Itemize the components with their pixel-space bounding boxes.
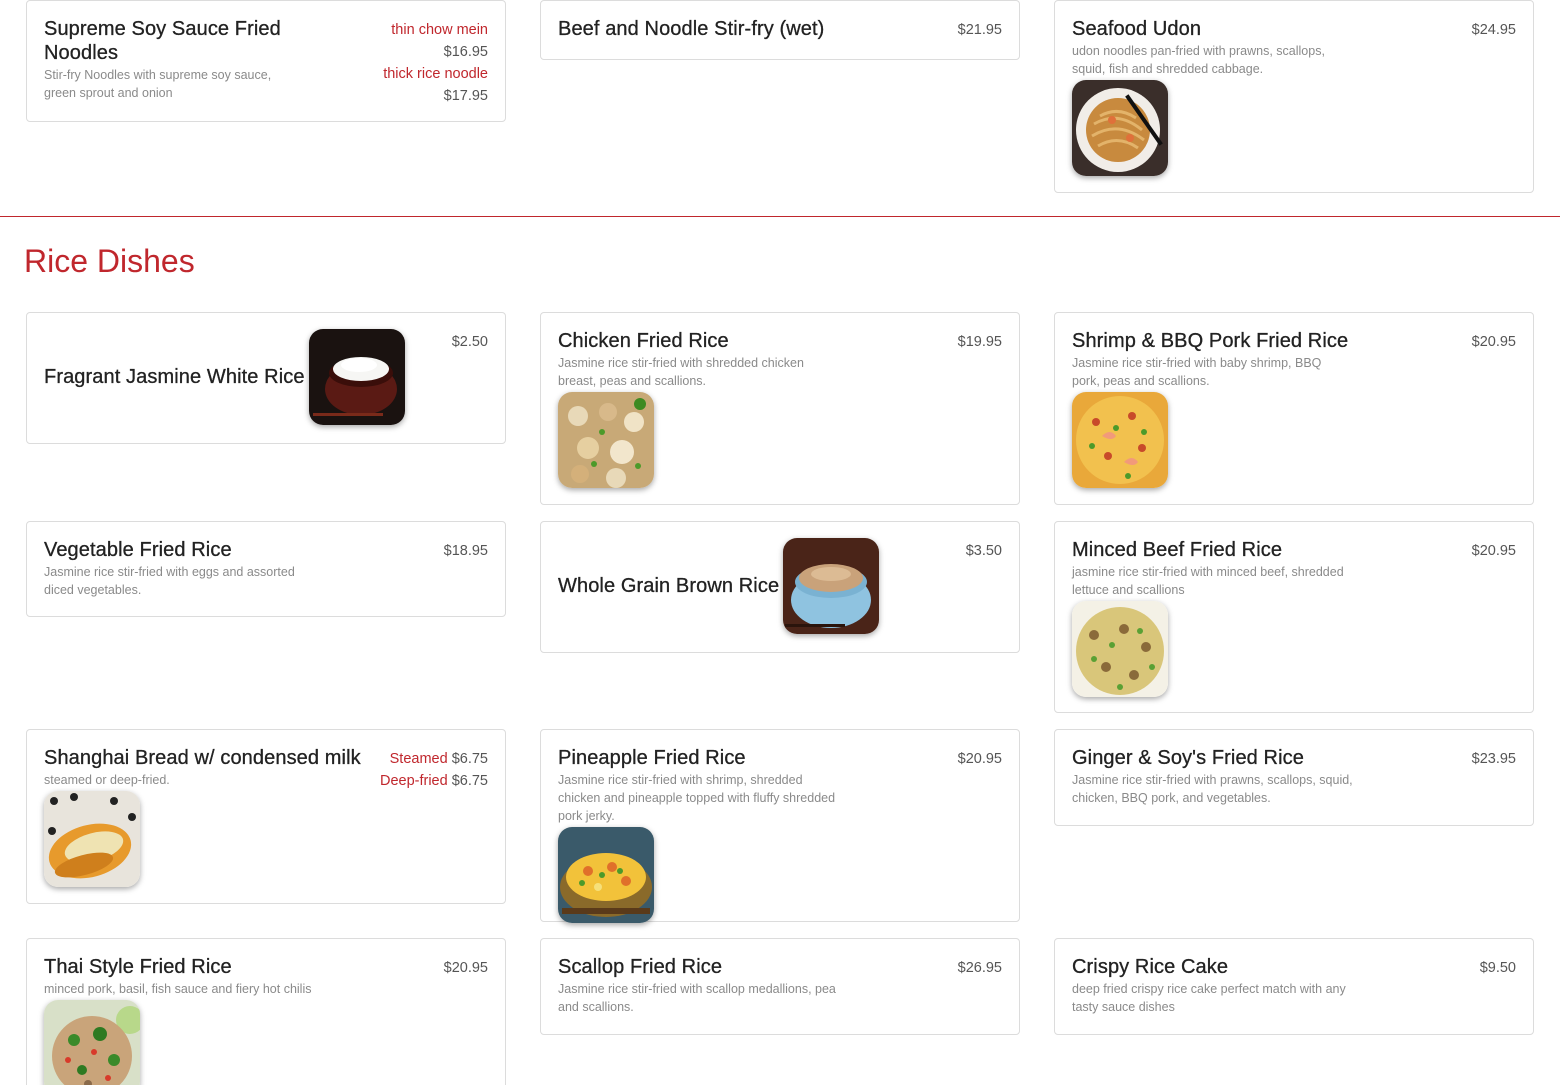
white-rice-bowl-photo[interactable]: [308, 329, 405, 425]
menu-item-card[interactable]: Whole Grain Brown Rice $3.50: [540, 521, 1020, 653]
menu-item-card[interactable]: Shrimp & BBQ Pork Fried Rice Jasmine ric…: [1054, 312, 1534, 505]
menu-item-card[interactable]: Chicken Fried Rice Jasmine rice stir-fri…: [540, 312, 1020, 505]
item-name: Thai Style Fried Rice: [44, 956, 232, 978]
item-description: minced pork, basil, fish sauce and fiery…: [44, 982, 312, 996]
shanghai-bread-photo[interactable]: [44, 791, 140, 887]
beef-fried-rice-photo[interactable]: [1072, 601, 1168, 697]
item-price: $20.95: [443, 960, 488, 976]
menu-item-card[interactable]: Scallop Fried Rice Jasmine rice stir-fri…: [540, 938, 1020, 1035]
item-name: Beef and Noodle Stir-fry (wet): [558, 18, 825, 40]
item-price: $2.50: [451, 334, 488, 350]
variant-label: Steamed: [389, 751, 448, 767]
variant-price: $16.95: [443, 44, 488, 60]
item-description: Jasmine rice stir-fried with shredded ch…: [558, 356, 804, 388]
variant-price: $6.75: [451, 751, 488, 767]
item-name: Ginger & Soy's Fried Rice: [1072, 747, 1304, 769]
menu-item-card[interactable]: Seafood Udon udon noodles pan-fried with…: [1054, 0, 1534, 193]
menu-item-card[interactable]: Fragrant Jasmine White Rice $2.50: [26, 312, 506, 444]
price-options: Steamed $6.75 Deep-fried $6.75: [380, 748, 488, 792]
item-name: Shrimp & BBQ Pork Fried Rice: [1072, 330, 1349, 352]
item-description: Jasmine rice stir-fried with scallop med…: [558, 982, 836, 1014]
shrimp-fried-rice-photo[interactable]: [1072, 392, 1168, 488]
item-description: steamed or deep-fried.: [44, 773, 170, 787]
item-name: Pineapple Fried Rice: [558, 747, 746, 769]
item-description: udon noodles pan-fried with prawns, scal…: [1072, 44, 1325, 76]
item-name: Seafood Udon: [1072, 18, 1202, 40]
item-inline-row: Whole Grain Brown Rice: [558, 538, 1002, 634]
pineapple-fried-rice-photo[interactable]: [558, 827, 654, 923]
menu-item-card[interactable]: Beef and Noodle Stir-fry (wet) $21.95: [540, 0, 1020, 60]
variant-label[interactable]: thick rice noodle: [383, 63, 488, 85]
menu-item-card[interactable]: Ginger & Soy's Fried Rice Jasmine rice s…: [1054, 729, 1534, 826]
variant-row[interactable]: Steamed $6.75: [380, 748, 488, 770]
item-price: $20.95: [1471, 543, 1516, 559]
price-options: thin chow mein $16.95 thick rice noodle …: [383, 19, 488, 107]
item-price: $19.95: [957, 334, 1002, 350]
item-description: Jasmine rice stir-fried with shrimp, shr…: [558, 773, 836, 823]
chicken-fried-rice-photo[interactable]: [558, 392, 654, 488]
item-price: $23.95: [1471, 751, 1516, 767]
section-title: Rice Dishes: [24, 243, 195, 279]
item-price: $26.95: [957, 960, 1002, 976]
item-description: Jasmine rice stir-fried with baby shrimp…: [1072, 356, 1322, 388]
item-price: $20.95: [957, 751, 1002, 767]
udon-noodles-photo[interactable]: [1072, 80, 1168, 176]
item-name: Supreme Soy Sauce Fried Noodles: [44, 18, 281, 64]
item-description: jasmine rice stir-fried with minced beef…: [1072, 565, 1344, 597]
item-price: $18.95: [443, 543, 488, 559]
item-name: Chicken Fried Rice: [558, 330, 729, 352]
item-description: Jasmine rice stir-fried with eggs and as…: [44, 565, 295, 597]
menu-item-card[interactable]: Thai Style Fried Rice minced pork, basil…: [26, 938, 506, 1085]
item-price: $24.95: [1471, 22, 1516, 38]
menu-item-card[interactable]: Supreme Soy Sauce Fried Noodles Stir-fry…: [26, 0, 506, 122]
variant-row[interactable]: Deep-fried $6.75: [380, 770, 488, 792]
variant-label: Deep-fried: [379, 773, 448, 789]
item-name: Whole Grain Brown Rice: [558, 575, 780, 597]
menu-item-card[interactable]: Vegetable Fried Rice Jasmine rice stir-f…: [26, 521, 506, 617]
item-description: Stir-fry Noodles with supreme soy sauce,…: [44, 68, 272, 100]
brown-rice-bowl-photo[interactable]: [783, 538, 880, 634]
item-price: $21.95: [957, 22, 1002, 38]
menu-item-card[interactable]: Shanghai Bread w/ condensed milk steamed…: [26, 729, 506, 904]
menu-item-card[interactable]: Crispy Rice Cake deep fried crispy rice …: [1054, 938, 1534, 1035]
item-name: Minced Beef Fried Rice: [1072, 539, 1283, 561]
item-name: Fragrant Jasmine White Rice: [44, 366, 305, 388]
item-name: Scallop Fried Rice: [558, 956, 723, 978]
item-description: Jasmine rice stir-fried with prawns, sca…: [1072, 773, 1353, 805]
variant-price: $17.95: [443, 88, 488, 104]
item-price: $3.50: [965, 543, 1002, 559]
thai-fried-rice-photo[interactable]: [44, 1000, 140, 1085]
section-divider: [0, 216, 1560, 217]
menu-item-card[interactable]: Pineapple Fried Rice Jasmine rice stir-f…: [540, 729, 1020, 923]
item-description: deep fried crispy rice cake perfect matc…: [1072, 982, 1346, 1014]
item-inline-row: Fragrant Jasmine White Rice: [44, 329, 488, 425]
item-name: Crispy Rice Cake: [1072, 956, 1229, 978]
variant-label[interactable]: thin chow mein: [383, 19, 488, 41]
item-price: $20.95: [1471, 334, 1516, 350]
item-name: Vegetable Fried Rice: [44, 539, 232, 561]
menu-item-card[interactable]: Minced Beef Fried Rice jasmine rice stir…: [1054, 521, 1534, 713]
item-price: $9.50: [1479, 960, 1516, 976]
variant-price: $6.75: [451, 773, 488, 789]
